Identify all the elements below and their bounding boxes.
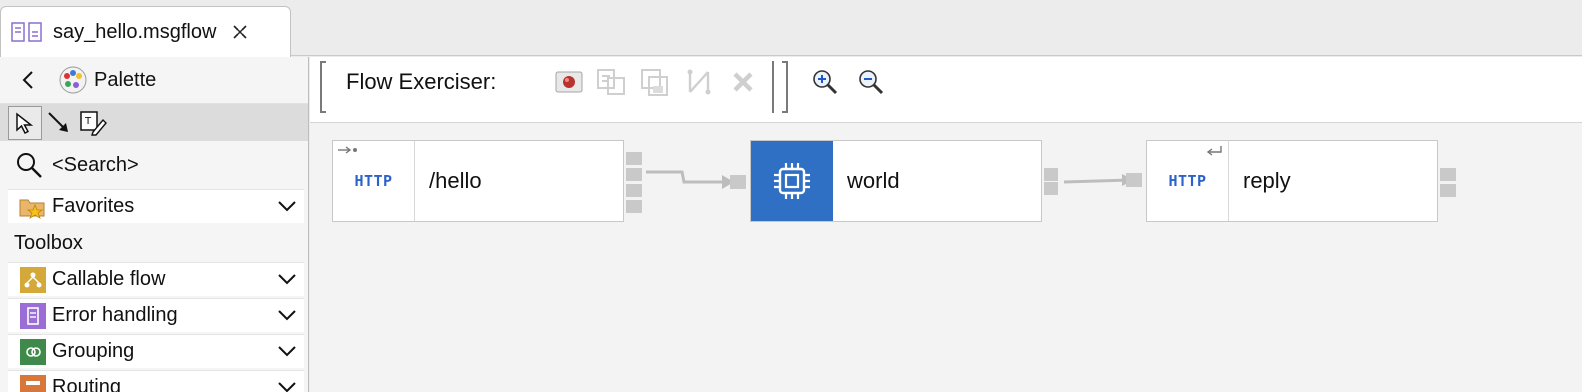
drawer-label: Favorites: [52, 195, 135, 217]
flow-exerciser-label: Flow Exerciser:: [346, 69, 497, 94]
drawer-callable-flow[interactable]: Callable flow: [8, 262, 304, 296]
toolbar-separator: [772, 61, 774, 113]
zoom-out-icon[interactable]: [856, 67, 886, 97]
flow-exerciser-toolbar: Flow Exerciser:: [310, 57, 1582, 123]
chevron-down-icon[interactable]: [276, 270, 298, 288]
output-terminal[interactable]: [626, 200, 642, 213]
output-terminal[interactable]: [1440, 184, 1456, 197]
search-placeholder: <Search>: [52, 153, 139, 176]
drawer-label: Grouping: [52, 340, 135, 362]
chevron-down-icon[interactable]: [276, 306, 298, 324]
palette-icon: [59, 66, 87, 94]
save-recorded-message-icon[interactable]: [640, 67, 670, 97]
world-input-terminal: [730, 175, 746, 189]
favorites-folder-icon: [18, 193, 48, 221]
compute-node-icon: [751, 141, 833, 221]
output-terminal[interactable]: [626, 152, 642, 165]
node-label: reply: [1243, 168, 1291, 193]
editor-tab-say-hello[interactable]: say_hello.msgflow: [0, 6, 291, 57]
editor-tab-bar: say_hello.msgflow: [0, 0, 1582, 57]
toolbar-separator: [782, 61, 788, 113]
output-terminal[interactable]: [1044, 168, 1058, 181]
close-tab-icon[interactable]: [230, 22, 250, 42]
error-handling-icon: [18, 302, 48, 330]
collapse-palette-icon[interactable]: [22, 69, 42, 91]
connection-world-to-reply: [1063, 178, 1131, 184]
reply-arrow-icon: [1206, 146, 1222, 156]
view-path-icon[interactable]: [684, 67, 714, 97]
drawer-label: Error handling: [52, 304, 178, 326]
palette-panel: Palette T <Search> Favorites Toolbox Cal…: [0, 57, 309, 392]
toolbar-separator: [320, 61, 326, 113]
chip-icon: [774, 163, 810, 199]
palette-search[interactable]: <Search>: [0, 141, 308, 189]
toolbox-header: Toolbox: [14, 231, 83, 254]
http-reply-icon: HTTP: [1147, 141, 1229, 221]
drawer-routing[interactable]: Routing: [8, 370, 304, 392]
tab-title: say_hello.msgflow: [53, 20, 217, 43]
flow-node-http-input[interactable]: HTTP /hello: [332, 140, 624, 222]
zoom-in-icon[interactable]: [810, 67, 840, 97]
search-icon: [17, 153, 42, 178]
drawer-error-handling[interactable]: Error handling: [8, 298, 304, 332]
routing-icon: [18, 374, 48, 392]
grouping-icon: [18, 338, 48, 366]
output-terminal[interactable]: [1440, 168, 1456, 181]
flow-node-compute-world[interactable]: world: [750, 140, 1042, 222]
note-tool-icon[interactable]: T: [76, 106, 110, 140]
send-message-icon[interactable]: [596, 67, 626, 97]
node-label: /hello: [429, 168, 482, 193]
flow-canvas[interactable]: HTTP /hello world HTTP reply: [310, 124, 1582, 392]
output-terminal[interactable]: [626, 168, 642, 181]
callable-flow-icon: [18, 266, 48, 294]
drawer-label: Routing: [52, 376, 121, 392]
drawer-grouping[interactable]: Grouping: [8, 334, 304, 368]
reply-input-terminal: [1126, 173, 1142, 187]
palette-header: Palette: [0, 57, 308, 103]
palette-title: Palette: [94, 68, 157, 91]
input-arrow-icon: [338, 146, 357, 154]
stop-flow-exerciser-icon[interactable]: [728, 67, 758, 97]
http-icon-text: HTTP: [1168, 172, 1207, 190]
flow-editor: Flow Exerciser: HTTP /hello world HTTP r…: [310, 57, 1582, 392]
start-flow-exerciser-icon[interactable]: [554, 67, 584, 97]
connection-hello-to-world: [646, 170, 722, 184]
chevron-down-icon[interactable]: [276, 342, 298, 360]
chevron-down-icon[interactable]: [276, 197, 298, 215]
output-terminal[interactable]: [626, 184, 642, 197]
chevron-down-icon[interactable]: [276, 378, 298, 392]
selection-tool-icon[interactable]: [8, 105, 42, 140]
palette-tools: T: [0, 103, 308, 141]
svg-text:T: T: [84, 116, 92, 127]
drawer-label: Callable flow: [52, 268, 166, 290]
msgflow-editor-window: say_hello.msgflow Palette T <Search> Fav…: [0, 0, 1582, 392]
http-icon-text: HTTP: [354, 172, 393, 190]
output-terminal[interactable]: [1044, 182, 1058, 195]
drawer-favorites[interactable]: Favorites: [8, 189, 304, 223]
msgflow-file-icon: [11, 22, 42, 42]
connection-tool-icon[interactable]: [42, 106, 76, 140]
node-label: world: [847, 168, 900, 193]
http-input-icon: HTTP: [333, 141, 415, 221]
flow-node-http-reply[interactable]: HTTP reply: [1146, 140, 1438, 222]
